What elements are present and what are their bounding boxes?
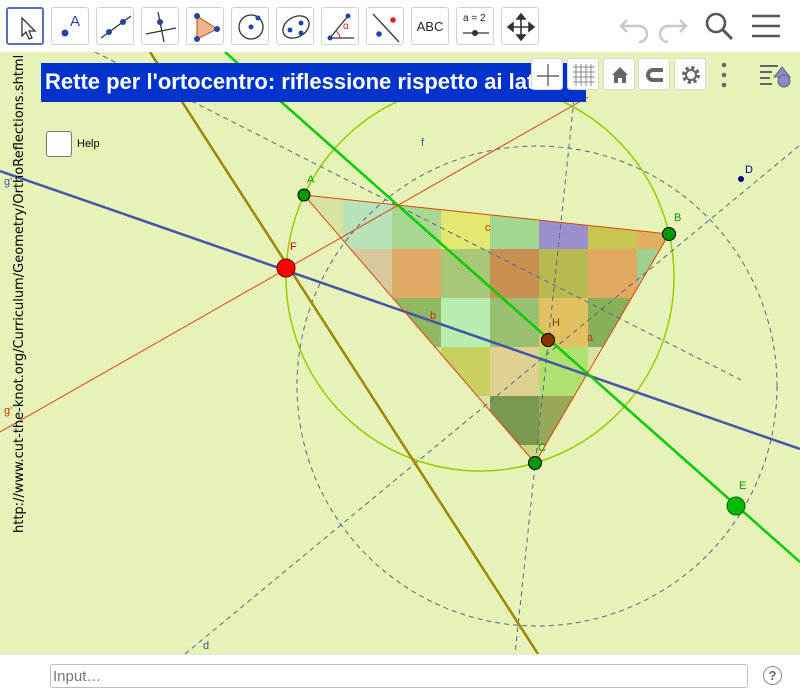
grid-icon [573, 64, 595, 86]
point-capturing-button[interactable] [638, 58, 670, 90]
main-menu-icon[interactable] [748, 8, 784, 44]
point-c[interactable] [528, 456, 542, 470]
arrow-cursor-icon [21, 16, 37, 40]
style-bar-toggle-icon[interactable] [758, 59, 794, 91]
circle-icon [238, 14, 264, 40]
triangle-fill [304, 195, 669, 463]
home-icon [612, 67, 628, 83]
reflect-icon [372, 13, 400, 43]
toggle-grid-button[interactable] [567, 58, 599, 90]
point-d[interactable] [738, 176, 744, 182]
label-h: H [552, 317, 560, 329]
more-options-icon[interactable] [714, 60, 734, 90]
point-tool[interactable]: A [51, 7, 89, 45]
perpendicular-line-tool[interactable] [141, 7, 179, 45]
geometry-construction: A B C D E F H a b c d f g' g' [0, 52, 800, 654]
slider-icon [463, 30, 489, 36]
standard-view-button[interactable] [603, 58, 635, 90]
help-label: Help [77, 138, 100, 150]
text-tool[interactable]: ABC [411, 7, 449, 45]
toggle-axes-button[interactable] [531, 58, 563, 90]
redo-icon[interactable] [654, 8, 690, 44]
gear-icon [682, 66, 700, 84]
angle-tool[interactable]: α [321, 7, 359, 45]
label-c: C [538, 442, 546, 454]
slider-tool[interactable]: a = 2 [456, 7, 494, 45]
angle-tool-label: α [343, 21, 349, 32]
point-h[interactable] [541, 333, 555, 347]
label-side-b: b [430, 310, 436, 322]
label-g-prime-1: g' [4, 176, 12, 188]
label-e: E [739, 480, 746, 492]
ellipse-icon [282, 15, 310, 39]
source-url: http://www.cut-the-knot.org/Curriculum/G… [12, 54, 27, 533]
move-tool[interactable] [6, 7, 44, 45]
graphics-view[interactable]: A B C D E F H a b c d f g' g' [0, 52, 800, 654]
settings-button[interactable] [674, 58, 706, 90]
line-tool[interactable] [96, 7, 134, 45]
polygon-tool[interactable] [186, 7, 224, 45]
point-e[interactable] [726, 496, 746, 516]
move-arrows-icon [506, 12, 536, 42]
undo-icon[interactable] [617, 8, 653, 44]
label-side-c: c [485, 222, 491, 234]
graphics-style-bar [528, 58, 798, 92]
point-a[interactable] [297, 188, 311, 202]
toolbar: A α ABC a = 2 [0, 0, 800, 52]
label-side-a: a [587, 332, 594, 344]
line-icon [100, 15, 132, 39]
label-f-line: f [421, 137, 425, 149]
search-icon[interactable] [701, 8, 737, 44]
label-g-prime-2: g' [4, 405, 12, 417]
reflect-tool[interactable] [366, 7, 404, 45]
label-f: F [290, 241, 297, 253]
magnet-icon [646, 68, 663, 82]
help-icon[interactable]: ? [763, 666, 782, 685]
label-d-line: d [203, 640, 209, 652]
triangle-icon [194, 13, 220, 42]
ellipse-tool[interactable] [276, 7, 314, 45]
algebra-input[interactable] [50, 664, 748, 688]
text-tool-label: ABC [416, 18, 444, 34]
axes-icon [537, 64, 559, 86]
label-a: A [307, 174, 315, 186]
point-b[interactable] [662, 227, 676, 241]
perpendicular-line-icon [145, 11, 177, 43]
point-tool-label: A [70, 13, 81, 30]
green-line [224, 52, 800, 563]
move-graphics-view-tool[interactable] [501, 7, 539, 45]
point-f[interactable] [276, 258, 296, 278]
page-title: Rette per l'ortocentro: riflessione risp… [41, 63, 586, 102]
circle-center-point-tool[interactable] [231, 7, 269, 45]
help-checkbox[interactable] [46, 131, 72, 157]
angle-icon [327, 13, 354, 41]
label-b: B [674, 212, 681, 224]
label-d: D [745, 164, 753, 176]
